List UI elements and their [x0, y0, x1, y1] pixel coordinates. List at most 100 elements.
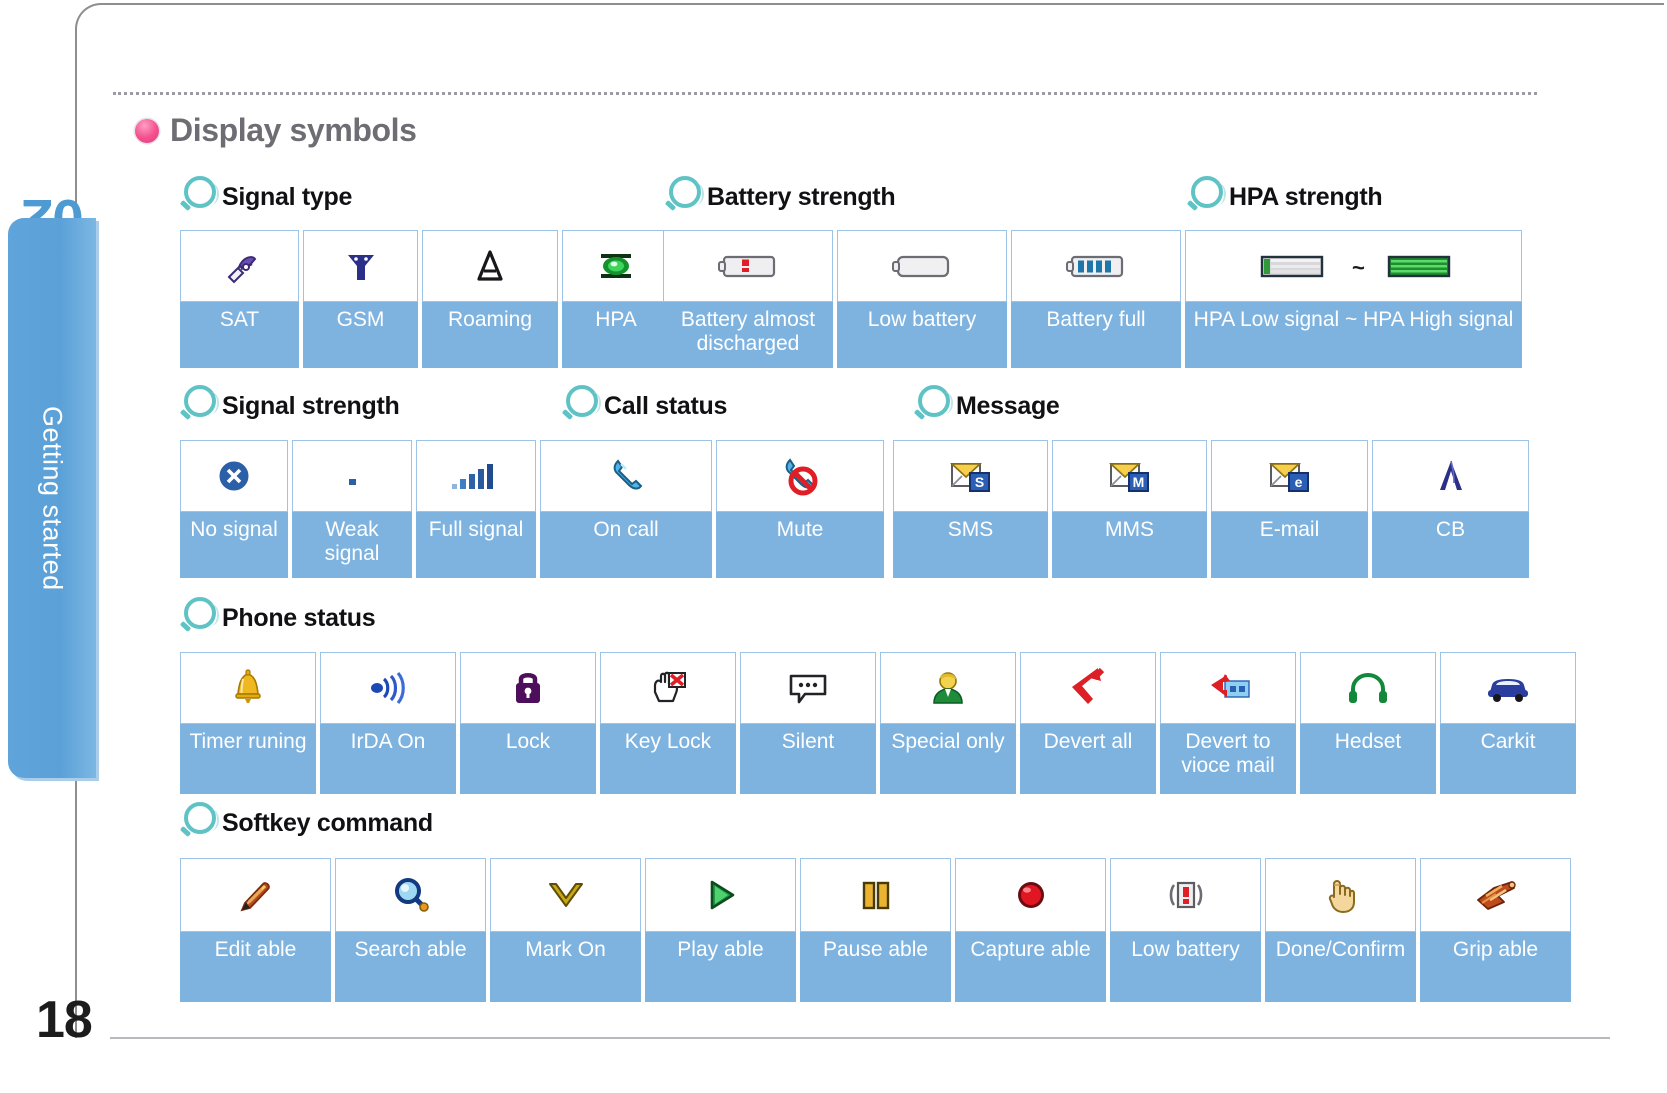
svg-text:S: S: [974, 474, 983, 490]
symbol-cell[interactable]: Capture able: [955, 858, 1106, 1002]
symbol-label: Edit able: [214, 938, 297, 961]
envelope-mms-icon: M: [1052, 440, 1207, 512]
satellite-dish-icon: [180, 230, 299, 302]
hpa-green-sphere-icon: [562, 230, 670, 302]
symbol-label: HPA: [595, 308, 637, 331]
magnifier-icon: [178, 595, 224, 641]
symbol-cell[interactable]: Timer runing: [180, 652, 316, 794]
symbol-cell[interactable]: Devert all: [1020, 652, 1156, 794]
symbol-cell[interactable]: Play able: [645, 858, 796, 1002]
svg-text:M: M: [1132, 474, 1144, 490]
symbol-label: Devert to vioce mail: [1181, 730, 1275, 778]
group-heading-hpa-strength: HPA strength: [1185, 174, 1383, 220]
symbol-cell[interactable]: Battery almost discharged: [663, 230, 833, 368]
page-number: 18: [36, 991, 93, 1049]
symbol-cell[interactable]: Grip able: [1420, 858, 1571, 1002]
divert-arrow-icon: [1020, 652, 1156, 724]
symbol-row-softkey-command: Edit able Search able Mark On Play able …: [180, 858, 1571, 1002]
symbol-cell[interactable]: Mute: [716, 440, 884, 578]
symbol-cell[interactable]: Edit able: [180, 858, 331, 1002]
symbol-cell[interactable]: Weak signal: [292, 440, 412, 578]
symbol-row-signal-type: SAT GSM Roaming HPA: [180, 230, 670, 368]
symbol-label: Play able: [677, 938, 764, 961]
symbol-label: IrDA On: [350, 730, 426, 753]
record-circle-icon: [955, 858, 1106, 932]
symbol-label: Battery almost discharged: [680, 308, 816, 356]
symbol-cell[interactable]: Search able: [335, 858, 486, 1002]
symbol-label: Devert all: [1043, 730, 1133, 753]
symbol-cell[interactable]: IrDA On: [320, 652, 456, 794]
symbol-cell[interactable]: On call: [540, 440, 712, 578]
symbol-cell[interactable]: Low battery: [1110, 858, 1261, 1002]
magnifier-icon: [1185, 174, 1231, 220]
symbol-cell[interactable]: M MMS: [1052, 440, 1207, 578]
magnifier-icon: [663, 174, 709, 220]
symbol-cell[interactable]: Carkit: [1440, 652, 1576, 794]
no-signal-cross-icon: [180, 440, 288, 512]
group-heading-battery-strength: Battery strength: [663, 174, 896, 220]
symbol-cell[interactable]: Pause able: [800, 858, 951, 1002]
symbol-cell[interactable]: Lock: [460, 652, 596, 794]
gsm-antenna-icon: [303, 230, 418, 302]
symbol-cell[interactable]: S SMS: [893, 440, 1048, 578]
symbol-cell[interactable]: ~ HPA Low signal ~ HPA High signal: [1185, 230, 1522, 368]
symbol-cell[interactable]: Low battery: [837, 230, 1007, 368]
symbol-cell[interactable]: Special only: [880, 652, 1016, 794]
symbol-cell[interactable]: Hedset: [1300, 652, 1436, 794]
dotted-divider: [113, 92, 1537, 95]
symbol-cell[interactable]: Mark On: [490, 858, 641, 1002]
symbol-label: On call: [593, 518, 659, 541]
symbol-cell[interactable]: Key Lock: [600, 652, 736, 794]
cb-letter-a-icon: [1372, 440, 1529, 512]
symbol-cell[interactable]: Roaming: [422, 230, 558, 368]
group-title: HPA strength: [1229, 182, 1383, 211]
symbol-cell[interactable]: e E-mail: [1211, 440, 1368, 578]
envelope-email-icon: e: [1211, 440, 1368, 512]
symbol-label: Low battery: [1131, 938, 1240, 961]
symbol-label: Key Lock: [624, 730, 712, 753]
symbol-label: Capture able: [970, 938, 1091, 961]
chapter-tab[interactable]: Getting started: [8, 218, 96, 778]
symbol-label: No signal: [190, 518, 278, 541]
symbol-label: Lock: [505, 730, 551, 753]
symbol-cell[interactable]: CB: [1372, 440, 1529, 578]
check-mark-icon: [490, 858, 641, 932]
magnifier-search-icon: [335, 858, 486, 932]
group-heading-softkey-command: Softkey command: [178, 802, 433, 844]
symbol-label: Done/Confirm: [1275, 938, 1406, 961]
page-title: Display symbols: [170, 112, 417, 148]
group-title: Call status: [604, 391, 728, 420]
car-icon: [1440, 652, 1576, 724]
irda-waves-icon: [320, 652, 456, 724]
symbol-label: Mute: [776, 518, 824, 541]
symbol-row-message: S SMS M MMS e E-mail CB: [893, 440, 1529, 578]
envelope-sms-icon: S: [893, 440, 1048, 512]
bullet-icon: [135, 118, 159, 143]
magnifier-icon: [178, 383, 224, 429]
symbol-label: GSM: [336, 308, 385, 331]
symbol-row-hpa-strength: ~ HPA Low signal ~ HPA High signal: [1185, 230, 1522, 368]
symbol-row-battery-strength: Battery almost discharged Low battery Ba…: [663, 230, 1181, 368]
group-title: Softkey command: [222, 808, 433, 837]
symbol-cell[interactable]: Full signal: [416, 440, 536, 578]
handset-icon: [540, 440, 712, 512]
group-title: Battery strength: [707, 182, 896, 211]
symbol-cell[interactable]: Silent: [740, 652, 876, 794]
symbol-label: Low battery: [867, 308, 977, 331]
symbol-cell[interactable]: No signal: [180, 440, 288, 578]
symbol-cell[interactable]: Devert to vioce mail: [1160, 652, 1296, 794]
group-title: Phone status: [222, 603, 376, 632]
group-heading-phone-status: Phone status: [178, 595, 376, 641]
symbol-cell[interactable]: SAT: [180, 230, 299, 368]
pause-bars-icon: [800, 858, 951, 932]
weak-signal-dot-icon: [292, 440, 412, 512]
symbol-row-call-status: On call Mute: [540, 440, 884, 578]
symbol-label: HPA Low signal ~ HPA High signal: [1193, 308, 1514, 331]
symbol-cell[interactable]: GSM: [303, 230, 418, 368]
symbol-cell[interactable]: Battery full: [1011, 230, 1181, 368]
symbol-cell[interactable]: HPA: [562, 230, 670, 368]
symbol-row-signal-strength: No signal Weak signal Full signal: [180, 440, 536, 578]
battery-alert-icon: [1110, 858, 1261, 932]
chapter-tab-label: Getting started: [37, 405, 68, 591]
symbol-cell[interactable]: Done/Confirm: [1265, 858, 1416, 1002]
